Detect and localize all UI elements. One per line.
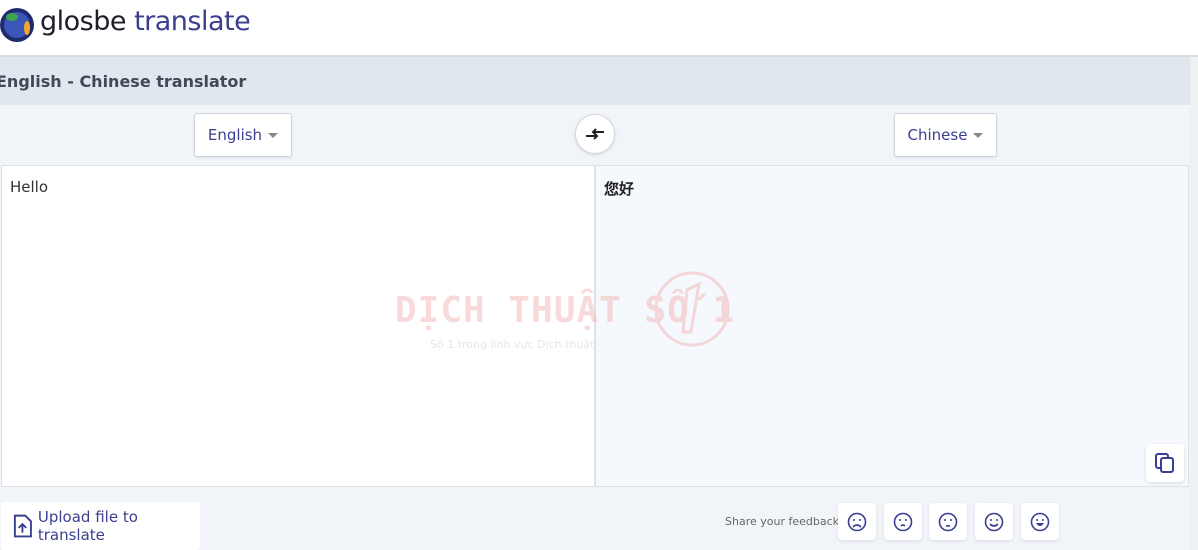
upload-file-icon	[13, 514, 32, 538]
source-language-select[interactable]: English	[194, 113, 292, 157]
neutral-face-icon	[938, 512, 958, 531]
upload-label: Upload file to translate	[37, 508, 138, 544]
feedback-very-happy-button[interactable]	[1021, 503, 1059, 540]
source-language-label: English	[207, 126, 263, 144]
source-text-input[interactable]: Hello	[1, 165, 595, 487]
title-bar: English - Chinese translator	[0, 57, 1198, 105]
brand-sub: translate	[134, 6, 251, 37]
scrollbar[interactable]	[1190, 57, 1198, 550]
glosbe-logo-icon[interactable]	[0, 6, 36, 44]
swap-languages-button[interactable]	[575, 114, 615, 154]
very-happy-face-icon	[1030, 512, 1050, 531]
chevron-down-icon	[268, 132, 279, 138]
feedback-neutral-button[interactable]	[929, 503, 967, 540]
upload-file-button[interactable]: Upload file to translate	[1, 502, 200, 550]
copy-icon	[1155, 453, 1174, 473]
brand[interactable]: glosbe translate	[40, 6, 251, 37]
header: glosbe translate	[0, 0, 1198, 57]
swap-icon	[586, 128, 604, 140]
copy-button[interactable]	[1146, 444, 1184, 482]
feedback-label: Share your feedback:	[725, 515, 843, 528]
feedback-sad-button[interactable]	[884, 503, 922, 540]
very-sad-face-icon	[847, 512, 867, 531]
target-language-label: Chinese	[907, 126, 968, 144]
feedback-happy-button[interactable]	[975, 503, 1013, 540]
brand-main: glosbe	[40, 6, 126, 37]
feedback-very-sad-button[interactable]	[838, 503, 876, 540]
target-language-select[interactable]: Chinese	[894, 113, 997, 157]
page-title: English - Chinese translator	[0, 72, 247, 91]
happy-face-icon	[984, 512, 1004, 531]
chevron-down-icon	[973, 132, 984, 138]
translation-output: 您好	[595, 165, 1189, 487]
sad-face-icon	[893, 512, 913, 531]
